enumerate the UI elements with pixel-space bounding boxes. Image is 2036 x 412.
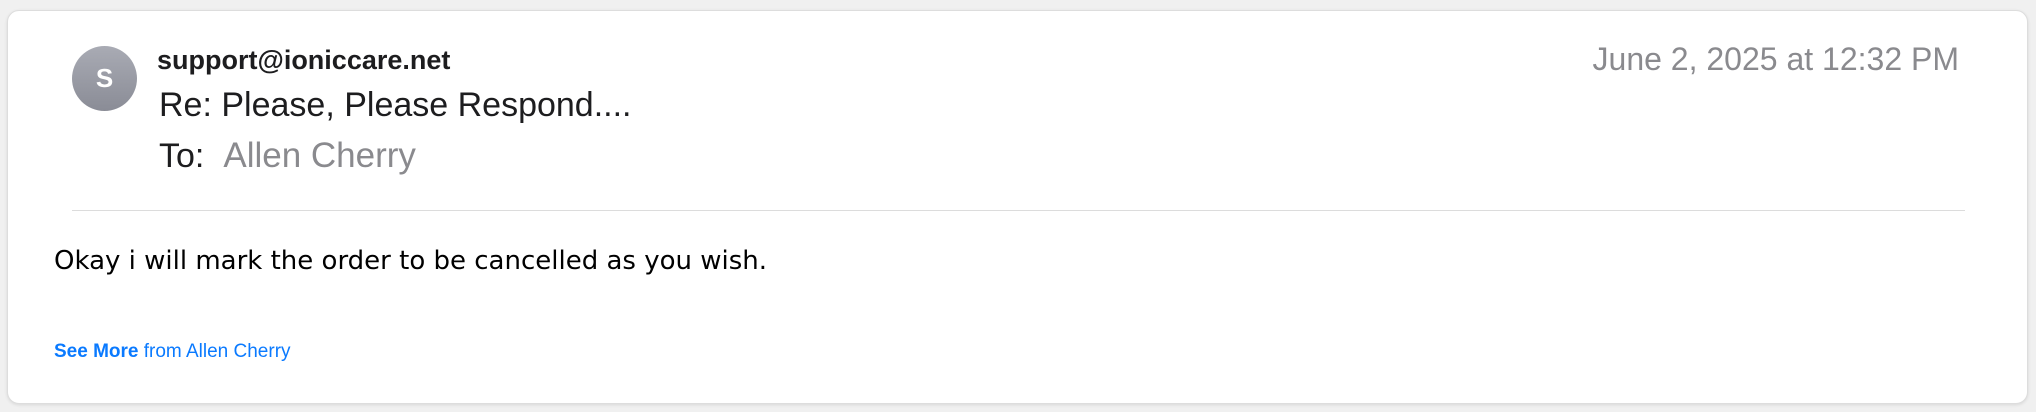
recipient-name[interactable]: Allen Cherry bbox=[223, 136, 416, 176]
email-body: Okay i will mark the order to be cancell… bbox=[54, 246, 768, 276]
see-more-from-label[interactable]: from Allen Cherry bbox=[138, 341, 291, 362]
sender-avatar: S bbox=[72, 46, 137, 111]
avatar-initial: S bbox=[95, 63, 114, 93]
header-divider bbox=[72, 210, 1965, 211]
email-message-card: S support@ioniccare.net Re: Please, Plea… bbox=[7, 10, 2028, 404]
email-date: June 2, 2025 at 12:32 PM bbox=[1592, 41, 1959, 77]
sender-address[interactable]: support@ioniccare.net bbox=[157, 45, 450, 76]
see-more-label[interactable]: See More bbox=[54, 341, 138, 362]
email-subject: Re: Please, Please Respond.... bbox=[159, 86, 632, 124]
to-label: To: bbox=[159, 137, 205, 175]
see-more-link[interactable]: See More from Allen Cherry bbox=[54, 341, 291, 363]
recipient-row: To: Allen Cherry bbox=[159, 136, 416, 176]
